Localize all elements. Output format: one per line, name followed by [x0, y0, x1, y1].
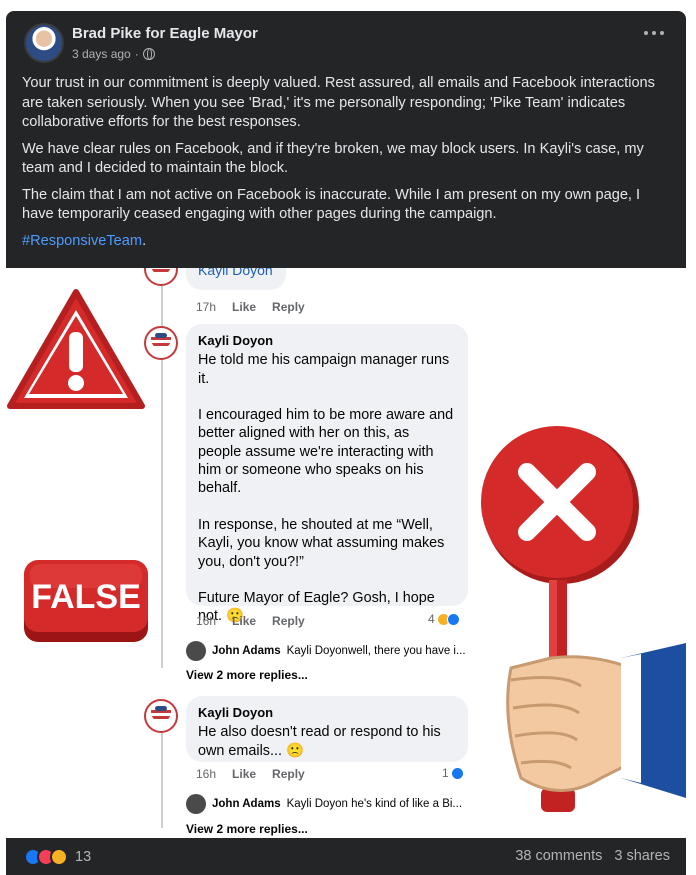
reply-text: Kayli Doyonwell, there you have i... — [286, 645, 466, 657]
post-paragraph-1: Your trust in our commitment is deeply v… — [22, 75, 655, 130]
like-button[interactable]: Like — [232, 300, 256, 314]
view-more-replies[interactable]: View 2 more replies... — [186, 668, 308, 682]
post-image[interactable]: Kayli Doyon 17h Like Reply Kayli Doyon H… — [6, 268, 686, 838]
commenter-name[interactable]: Kayli Doyon — [198, 704, 456, 722]
post-text: Your trust in our commitment is deeply v… — [22, 74, 672, 258]
like-button[interactable]: Like — [232, 767, 256, 781]
comment-reactions[interactable]: 4 — [428, 612, 460, 626]
reply-avatar — [186, 794, 206, 814]
hand-holding-x-sign-icon — [481, 426, 686, 812]
comment-actions: 16h Like Reply — [196, 614, 305, 628]
comment-text: He told me his campaign manager runs it.… — [198, 352, 454, 625]
reply-author[interactable]: John Adams — [212, 798, 281, 810]
reactions-summary[interactable]: 13 — [24, 848, 91, 866]
comment-bubble: Kayli Doyon He also doesn't read or resp… — [186, 696, 468, 762]
reply-button[interactable]: Reply — [272, 767, 305, 781]
reply-avatar — [186, 641, 206, 661]
author-name[interactable]: Brad Pike for Eagle Mayor — [72, 25, 258, 42]
commenter-avatar[interactable] — [144, 268, 178, 286]
comment-actions: 17h Like Reply — [196, 300, 305, 314]
reply-preview[interactable]: John Adams Kayli Doyon he's kind of like… — [186, 794, 462, 814]
comment-reactions[interactable]: 1 — [442, 766, 464, 780]
reaction-count: 4 — [428, 612, 435, 626]
author-avatar[interactable] — [24, 23, 64, 63]
shares-count[interactable]: 3 shares — [614, 848, 670, 864]
comments-count[interactable]: 38 comments — [515, 848, 602, 864]
reply-button[interactable]: Reply — [272, 300, 305, 314]
false-stamp-icon: FALSE — [24, 560, 148, 642]
more-options-icon[interactable] — [644, 31, 664, 37]
reaction-count: 13 — [75, 849, 92, 865]
hashtag-suffix: . — [142, 232, 147, 249]
comment-time[interactable]: 17h — [196, 300, 216, 314]
mention-link[interactable]: Kayli Doyon — [198, 268, 273, 278]
reply-author[interactable]: John Adams — [212, 645, 281, 657]
reply-text: Kayli Doyon he's kind of like a Bi... — [286, 798, 463, 810]
globe-icon[interactable] — [142, 48, 155, 60]
view-more-replies[interactable]: View 2 more replies... — [186, 822, 308, 836]
post-stats: 38 comments 3 shares — [515, 848, 670, 864]
reply-preview[interactable]: John Adams Kayli Doyonwell, there you ha… — [186, 641, 466, 661]
thread-line — [161, 728, 163, 828]
comment-bubble: Kayli Doyon — [186, 268, 286, 290]
post-header-card: Brad Pike for Eagle Mayor 3 days ago · Y… — [6, 11, 686, 268]
comment-time[interactable]: 16h — [196, 767, 216, 781]
false-label: FALSE — [31, 578, 141, 616]
commenter-avatar[interactable] — [144, 326, 178, 360]
reply-button[interactable]: Reply — [272, 614, 305, 628]
hashtag-link[interactable]: #ResponsiveTeam — [22, 233, 142, 249]
warning-icon — [7, 289, 145, 409]
comment-actions: 16h Like Reply — [196, 767, 305, 781]
like-button[interactable]: Like — [232, 614, 256, 628]
reaction-count: 1 — [442, 766, 449, 780]
comment-text: He also doesn't read or respond to his o… — [198, 724, 441, 759]
like-icon — [450, 766, 464, 780]
haha-reaction-icon — [50, 848, 68, 866]
comment-bubble: Kayli Doyon He told me his campaign mana… — [186, 324, 468, 624]
post-paragraph-2: We have clear rules on Facebook, and if … — [22, 140, 644, 177]
post-footer: 13 38 comments 3 shares — [6, 838, 686, 875]
comment-time[interactable]: 16h — [196, 614, 216, 628]
commenter-name[interactable]: Kayli Doyon — [198, 332, 456, 350]
post-meta: 3 days ago · — [72, 47, 155, 61]
commenter-avatar[interactable] — [144, 699, 178, 733]
meta-separator: · — [134, 47, 139, 61]
post-time[interactable]: 3 days ago — [72, 47, 131, 61]
like-icon — [446, 612, 460, 626]
post-paragraph-3: The claim that I am not active on Facebo… — [22, 186, 641, 223]
